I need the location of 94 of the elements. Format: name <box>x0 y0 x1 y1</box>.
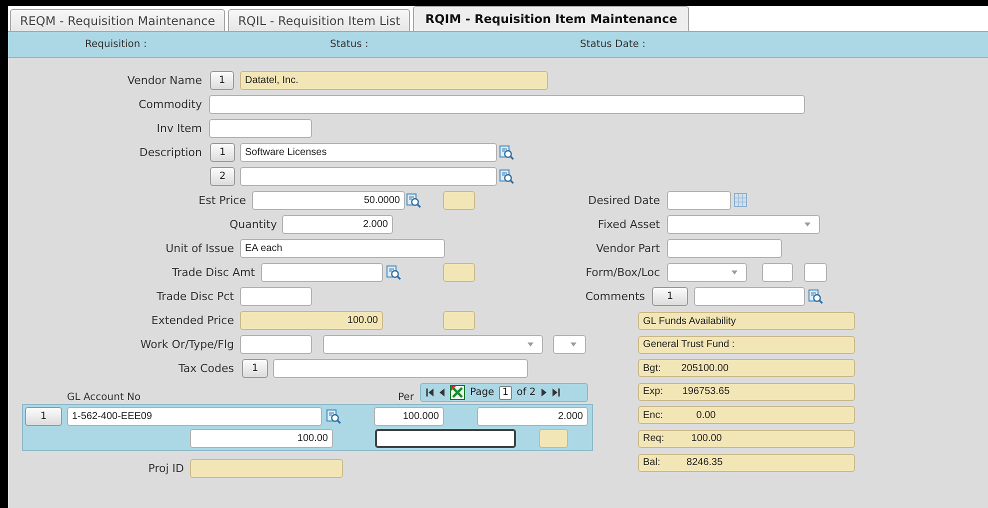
input-field[interactable] <box>261 262 383 282</box>
field-label: Work Or/Type/Flg <box>140 338 234 350</box>
dropdown[interactable] <box>553 334 586 354</box>
number-button[interactable]: 1 <box>210 70 234 90</box>
document-search-icon[interactable] <box>326 408 341 424</box>
field-label: Quantity <box>229 218 277 230</box>
field-label: Comments <box>585 290 645 302</box>
number-button[interactable]: 2 <box>210 166 235 186</box>
input-field[interactable] <box>694 286 805 306</box>
column-header: GL Account No <box>67 392 141 404</box>
spreadsheet-export-icon[interactable] <box>450 385 465 400</box>
caret-icon <box>527 342 534 346</box>
field-label: Vendor Name <box>127 74 202 86</box>
field-label: Inv Item <box>156 122 202 134</box>
readonly-field <box>443 262 475 282</box>
funds-label: Exp: <box>643 386 664 398</box>
input-field[interactable]: 50.0000 <box>252 190 405 210</box>
input-field[interactable] <box>240 286 312 306</box>
input-field[interactable] <box>209 94 805 114</box>
column-header: Per <box>398 392 414 404</box>
field-label: Unit of Issue <box>166 242 234 254</box>
field-label: Est Price <box>198 194 246 206</box>
previous-page-icon[interactable] <box>439 388 445 397</box>
input-field[interactable] <box>209 118 312 138</box>
funds-label: Enc: <box>643 410 664 421</box>
input-field[interactable]: 100.000 <box>374 406 444 426</box>
funds-label: Bal: <box>643 457 660 468</box>
caret-icon <box>731 270 738 274</box>
readonly-field: 100.00 <box>240 310 383 330</box>
input-field[interactable]: Software Licenses <box>240 142 497 162</box>
field-label: Trade Disc Amt <box>172 266 255 278</box>
input-field[interactable] <box>240 166 497 186</box>
input-field[interactable] <box>273 358 528 378</box>
field-label: Tax Codes <box>178 362 234 374</box>
readonly-field: Datatel, Inc. <box>240 70 548 90</box>
dropdown[interactable] <box>323 334 543 354</box>
funds-amount: 8246.35 <box>686 457 724 468</box>
field-label: Trade Disc Pct <box>156 290 234 302</box>
field-label: Description <box>139 146 202 158</box>
input-field[interactable]: 2.000 <box>282 214 393 234</box>
tab[interactable]: RQIM - Requisition Item Maintenance <box>413 6 690 31</box>
pager-label: Page <box>470 386 494 398</box>
first-page-icon[interactable] <box>426 388 434 397</box>
dropdown[interactable] <box>667 262 747 282</box>
funds-box: General Trust Fund : <box>638 336 855 354</box>
field-label: Desired Date <box>588 194 660 206</box>
input-field[interactable] <box>667 190 731 210</box>
input-field[interactable] <box>667 238 782 258</box>
document-search-icon[interactable] <box>499 144 514 160</box>
input-field[interactable]: 2.000 <box>477 406 588 426</box>
page-field[interactable]: 1 <box>499 386 512 400</box>
funds-amount: 100.00 <box>690 433 723 444</box>
document-search-icon[interactable] <box>386 264 401 280</box>
funds-amount: 205100.00 <box>680 362 730 374</box>
last-page-icon[interactable] <box>552 388 560 397</box>
page-count: of 2 <box>516 386 536 398</box>
field-label: Proj ID <box>148 462 184 474</box>
tab[interactable]: RQIL - Requisition Item List <box>228 9 410 31</box>
document-search-icon[interactable] <box>499 168 514 184</box>
tab[interactable]: REQM - Requisition Maintenance <box>10 9 226 31</box>
input-field[interactable] <box>762 262 793 282</box>
caret-icon <box>804 222 811 226</box>
readonly-field <box>443 190 475 210</box>
document-search-icon[interactable] <box>808 288 823 304</box>
field-label: Fixed Asset <box>598 218 660 230</box>
number-button[interactable]: 1 <box>652 286 688 306</box>
next-page-icon[interactable] <box>540 388 547 397</box>
funds-box: GL Funds Availability <box>638 312 855 330</box>
funds-label: Bgt: <box>643 362 661 374</box>
field-label: Vendor Part <box>596 242 660 254</box>
number-button[interactable]: 1 <box>210 142 235 162</box>
funds-amount: 196753.65 <box>681 386 731 398</box>
input-field[interactable] <box>804 262 827 282</box>
caret-icon <box>570 342 577 346</box>
header-label: Status Date : <box>580 39 646 50</box>
input-field[interactable]: EA each <box>240 238 445 258</box>
header-label: Status : <box>330 39 370 50</box>
input-field[interactable]: 100.00 <box>190 428 333 448</box>
funds-label: Req: <box>643 433 664 444</box>
calendar-icon[interactable] <box>734 193 747 207</box>
field-label: Commodity <box>138 98 202 110</box>
readonly-field <box>539 428 568 448</box>
input-field[interactable]: 1-562-400-EEE09 <box>67 406 322 426</box>
dropdown[interactable] <box>667 214 820 234</box>
readonly-field <box>443 310 475 330</box>
field-label: Extended Price <box>151 314 234 326</box>
document-search-icon[interactable] <box>406 192 421 208</box>
field-label: Form/Box/Loc <box>586 266 660 278</box>
number-button[interactable]: 1 <box>242 358 268 378</box>
input-field[interactable] <box>375 428 516 448</box>
funds-amount: 0.00 <box>695 410 717 421</box>
input-field[interactable] <box>240 334 312 354</box>
header-label: Requisition : <box>85 39 148 50</box>
number-button[interactable]: 1 <box>25 406 62 426</box>
